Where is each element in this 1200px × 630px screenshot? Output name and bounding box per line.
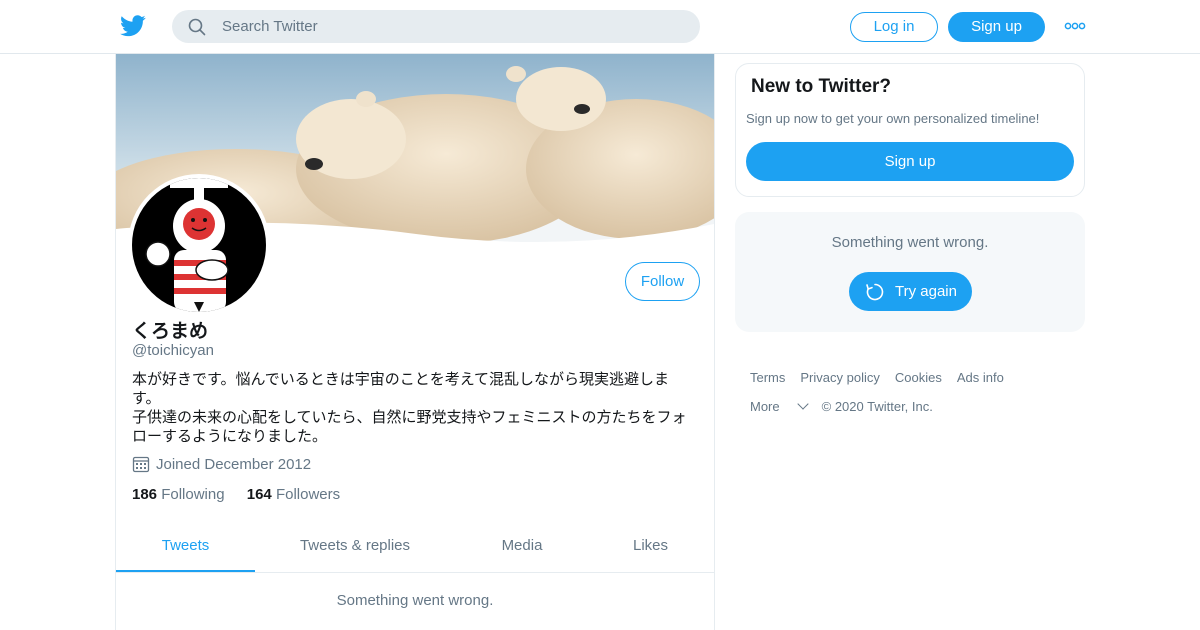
bio-line: 子供達の未来の心配をしていたら、自然に野党支持やフェミニストの方たちをフォ xyxy=(132,409,687,426)
joined-label: Joined December 2012 xyxy=(156,455,312,473)
followers-label: Followers xyxy=(275,486,341,503)
timeline-error: Something went wrong. xyxy=(336,592,494,609)
tab-tweets-replies[interactable]: Tweets & replies xyxy=(280,528,430,572)
refresh-icon xyxy=(866,283,884,301)
tab-media[interactable]: Media xyxy=(482,528,562,572)
twitter-bird-icon[interactable] xyxy=(120,14,146,38)
bio-line: 本が好きです。悩んでいるときは宇宙のことを考えて混乱しながら現実逃避しま xyxy=(132,371,670,388)
footer-more-link[interactable]: More xyxy=(750,398,809,414)
footer-links: Terms Privacy policy Cookies Ads info Mo… xyxy=(750,363,1090,421)
chevron-down-icon xyxy=(796,398,809,410)
footer-privacy-link[interactable]: Privacy policy xyxy=(800,370,879,385)
tab-likes[interactable]: Likes xyxy=(613,528,688,572)
footer-terms-link[interactable]: Terms xyxy=(750,370,785,385)
bio-line: す。 xyxy=(132,390,161,407)
profile-name: くろまめ xyxy=(132,321,209,342)
signup-card: New to Twitter? Sign up now to get your … xyxy=(735,63,1085,197)
avatar-image xyxy=(132,178,266,312)
sidebar-error-text: Something went wrong. xyxy=(831,234,989,251)
top-header: Log in Sign up xyxy=(0,0,1200,54)
sidebar-signup-button[interactable]: Sign up xyxy=(746,142,1074,181)
try-again-button[interactable]: Try again xyxy=(849,272,972,311)
signup-button[interactable]: Sign up xyxy=(948,12,1045,42)
footer-more-label: More xyxy=(750,399,780,414)
following-label: Following xyxy=(161,486,225,503)
try-again-label: Try again xyxy=(895,283,957,300)
followers-link[interactable]: 164 Followers xyxy=(247,486,340,503)
following-count: 186 xyxy=(132,486,158,503)
footer-ads-link[interactable]: Ads info xyxy=(957,370,1004,385)
profile-bio: 本が好きです。悩んでいるときは宇宙のことを考えて混乱しながら現実逃避しま す。 … xyxy=(132,370,697,446)
follow-button[interactable]: Follow xyxy=(625,262,700,301)
footer-copyright: © 2020 Twitter, Inc. xyxy=(821,399,933,414)
sidebar-error-panel: Something went wrong. Try again xyxy=(735,212,1085,332)
profile-avatar[interactable] xyxy=(128,174,270,316)
login-button[interactable]: Log in xyxy=(850,12,938,42)
signup-card-title: New to Twitter? xyxy=(751,76,892,97)
calendar-icon xyxy=(132,456,150,473)
profile-stats: 186 Following 164 Followers xyxy=(132,486,358,503)
footer-cookies-link[interactable]: Cookies xyxy=(895,370,942,385)
search-input[interactable] xyxy=(222,10,682,43)
following-link[interactable]: 186 Following xyxy=(132,486,225,503)
profile-handle: @toichicyan xyxy=(132,342,214,359)
profile-tabs: Tweets Tweets & replies Media Likes xyxy=(116,528,714,573)
bio-line: ローするようになりました。 xyxy=(132,428,328,445)
joined-date: Joined December 2012 xyxy=(132,455,311,473)
tab-tweets[interactable]: Tweets xyxy=(116,528,255,572)
search-icon xyxy=(188,18,206,36)
search-bar[interactable] xyxy=(172,10,700,43)
profile-column: Follow くろまめ @toichicyan 本が好きです。悩んでいるときは宇… xyxy=(115,54,715,630)
more-dots-icon[interactable] xyxy=(1064,19,1086,33)
followers-count: 164 xyxy=(246,486,272,503)
signup-card-subtitle: Sign up now to get your own personalized… xyxy=(746,111,1040,126)
